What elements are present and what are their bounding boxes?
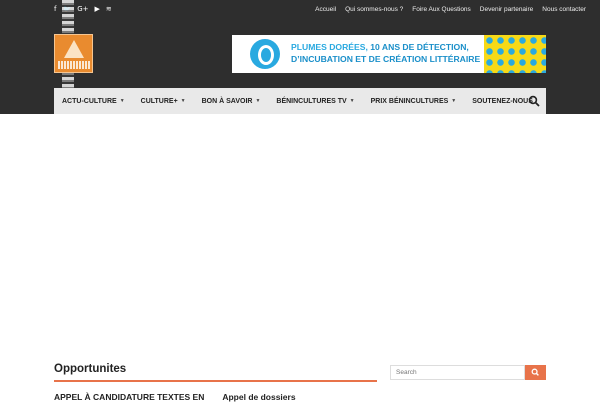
nav-item-bon-a-savoir[interactable]: BON À SAVOIR ▼ [202,88,261,114]
nav-item-actu-culture[interactable]: ACTU-CULTURE ▼ [62,88,125,114]
chevron-down-icon: ▼ [349,98,355,104]
top-link-partner[interactable]: Devenir partenaire [480,5,533,14]
site-logo[interactable] [54,34,93,73]
rss-icon[interactable]: ≋ [106,5,112,14]
search-input[interactable] [390,365,525,380]
nav-item-label: BÉNINCULTURES TV [276,97,347,105]
top-link-accueil[interactable]: Accueil [315,5,336,14]
chevron-down-icon: ▼ [180,98,186,104]
chevron-down-icon: ▼ [119,98,125,104]
main-nav: ACTU-CULTURE ▼ CULTURE+ ▼ BON À SAVOIR ▼ BÉ… [54,88,546,114]
search-icon[interactable] [528,95,540,107]
nav-item-prix-benincultures[interactable]: PRIX BÉNINCULTURES ▼ [371,88,457,114]
banner-line-1: PLUMES DORÉES, 10 ANS DE DÉTECTION, [291,42,469,53]
post-list: APPEL À CANDIDATURE TEXTES EN Appel de d… [54,392,354,402]
section-title: Opportunites [54,363,127,375]
chevron-down-icon: ▼ [255,98,261,104]
google-plus-icon[interactable]: G+ [77,5,88,14]
top-links: Accueil Qui sommes-nous ? Foire Aux Ques… [315,5,586,14]
top-link-faq[interactable]: Foire Aux Questions [412,5,471,14]
nav-item-benincultures-tv[interactable]: BÉNINCULTURES TV ▼ [276,88,354,114]
post-title[interactable]: Appel de dossiers [222,392,295,402]
banner-logo-icon [250,39,280,69]
section-underline [54,380,377,382]
nav-item-culture-plus[interactable]: CULTURE+ ▼ [141,88,186,114]
nav-item-label: SOUTENEZ-NOUS [472,97,533,105]
search-icon [531,368,539,376]
post-title[interactable]: APPEL À CANDIDATURE TEXTES EN [54,392,204,402]
nav-item-soutenez-nous[interactable]: SOUTENEZ-NOUS [472,88,533,114]
logo-wordmark [58,61,91,69]
search-button[interactable] [525,365,546,380]
nav-item-label: ACTU-CULTURE [62,97,117,105]
opportunites-section: Opportunites [54,362,377,382]
top-bar: f 🐦 G+ ▶ ≋ Accueil Qui sommes-nous ? Foi… [0,0,600,20]
banner-line-2: D’INCUBATION ET DE CRÉATION LITTÉRAIRE [291,54,481,64]
nav-item-label: BON À SAVOIR [201,97,253,105]
top-link-about[interactable]: Qui sommes-nous ? [345,5,403,14]
top-link-contact[interactable]: Nous contacter [542,5,586,14]
youtube-icon[interactable]: ▶ [94,5,99,14]
banner-highlight: PLUMES DORÉES, [291,42,368,52]
logo-mark [64,40,84,58]
facebook-icon[interactable]: f [54,5,56,14]
site-header: f 🐦 G+ ▶ ≋ Accueil Qui sommes-nous ? Foi… [0,0,600,114]
sidebar-search [390,365,546,380]
banner-line-1-rest: 10 ANS DE DÉTECTION, [367,42,469,52]
nav-item-label: CULTURE+ [140,97,178,105]
nav-item-label: PRIX BÉNINCULTURES [370,97,449,105]
header-banner-ad[interactable]: PLUMES DORÉES, 10 ANS DE DÉTECTION, D’IN… [232,35,546,73]
chevron-down-icon: ▼ [451,98,457,104]
banner-dot-pattern [484,35,546,73]
